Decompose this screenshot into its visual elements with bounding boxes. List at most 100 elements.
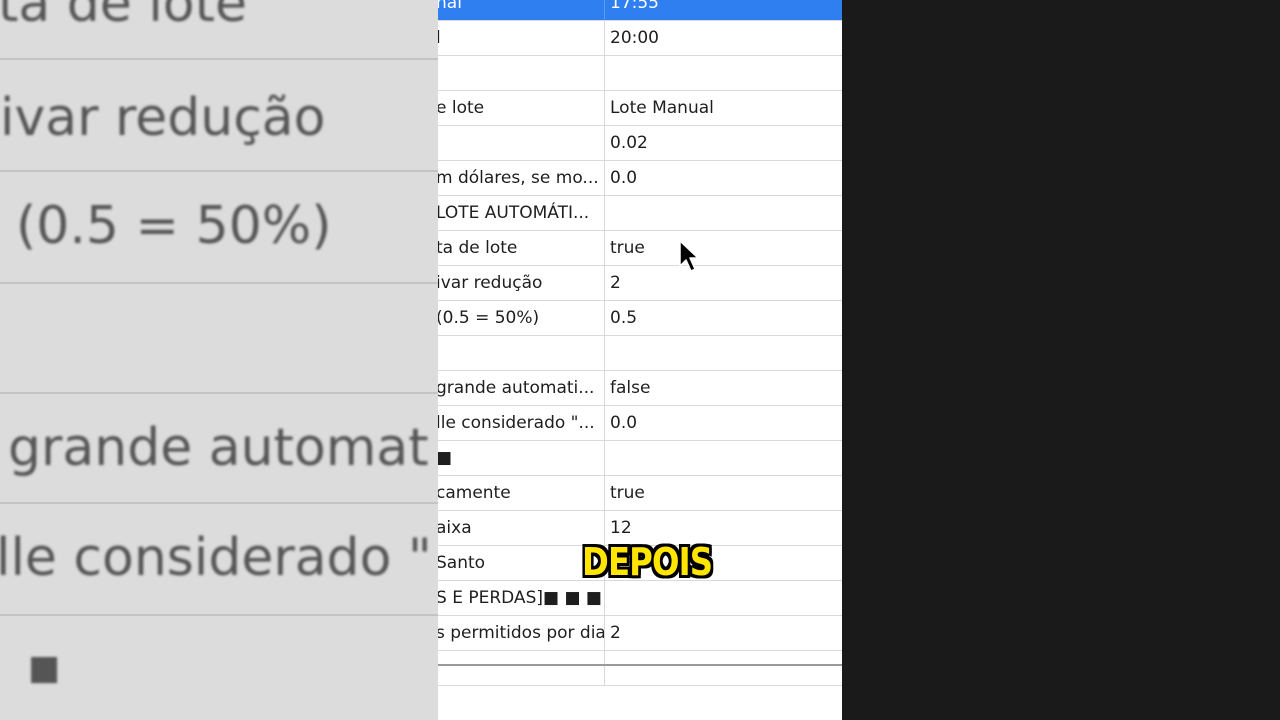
property-value[interactable] [606, 196, 840, 230]
property-name: nal [438, 0, 604, 20]
column-separator[interactable] [604, 56, 605, 90]
property-value[interactable]: true [606, 476, 840, 510]
property-row[interactable]: (0.5 = 50%) 0.5 [438, 301, 842, 336]
property-row[interactable]: lle considerado "... 0.0 [438, 406, 842, 441]
property-name-text: m dólares, se mo... [438, 168, 599, 188]
property-name-text: ■ [438, 448, 453, 468]
property-row[interactable]: ■ [438, 441, 842, 476]
property-row[interactable]: l 20:00 [438, 21, 842, 56]
bg-text-line: ■ [28, 648, 61, 688]
property-row[interactable]: 0.02 [438, 126, 842, 161]
property-name-text: aixa [438, 518, 472, 538]
property-name-text: s permitidos por dia [438, 623, 604, 643]
property-name: S E PERDAS]■ ■ ■ [438, 581, 604, 615]
property-name-text: l [438, 28, 441, 48]
column-separator[interactable] [604, 651, 605, 685]
column-separator[interactable] [604, 161, 605, 195]
bg-text-line: grande automat [8, 418, 429, 478]
column-separator[interactable] [604, 21, 605, 55]
video-caption: DEPOIS [582, 540, 713, 584]
column-separator[interactable] [604, 301, 605, 335]
property-name-text: Santo [438, 553, 486, 573]
property-value[interactable]: 0.0 [606, 406, 840, 440]
property-name: m dólares, se mo... [438, 161, 604, 195]
property-name-text: ta de lote [438, 238, 518, 258]
column-separator[interactable] [604, 616, 605, 650]
property-name: e lote [438, 91, 604, 125]
property-name-text: e lote [438, 98, 485, 118]
property-value[interactable] [606, 336, 840, 370]
column-separator[interactable] [604, 406, 605, 440]
property-value[interactable]: 0.5 [606, 301, 840, 335]
property-name-text: LOTE AUTOMÁTI... [438, 203, 590, 223]
property-name: Santo [438, 546, 604, 580]
property-name: (0.5 = 50%) [438, 301, 604, 335]
property-row[interactable]: ivar redução 2 [438, 266, 842, 301]
column-separator[interactable] [604, 91, 605, 125]
property-name: aixa [438, 511, 604, 545]
bg-divider [0, 170, 438, 172]
property-row[interactable]: LOTE AUTOMÁTI... [438, 196, 842, 231]
property-name-text: S E PERDAS]■ ■ ■ [438, 588, 602, 608]
bg-text-line: (0.5 = 50%) [16, 196, 332, 256]
property-value[interactable]: 2 [606, 616, 840, 650]
property-row[interactable] [438, 336, 842, 371]
column-separator[interactable] [604, 581, 605, 615]
column-separator[interactable] [604, 266, 605, 300]
property-name: ■ [438, 441, 604, 475]
property-value[interactable]: Lote Manual [606, 91, 840, 125]
column-separator[interactable] [604, 126, 605, 160]
property-value[interactable]: 0.0 [606, 161, 840, 195]
property-name-text: grande automati... [438, 378, 595, 398]
property-row[interactable]: s permitidos por dia 2 [438, 616, 842, 651]
grid-bottom-border [438, 664, 842, 666]
property-value[interactable]: true [606, 231, 840, 265]
property-value[interactable] [606, 441, 840, 475]
dark-background-right [842, 0, 1280, 720]
property-row[interactable]: ta de lote true [438, 231, 842, 266]
property-row[interactable] [438, 56, 842, 91]
bg-text-line: ta de lote [0, 0, 247, 34]
column-separator[interactable] [604, 476, 605, 510]
mouse-cursor-icon [679, 240, 699, 272]
property-name-text: nal [438, 0, 462, 13]
bg-divider [0, 502, 438, 504]
property-value[interactable]: 17:55 [606, 0, 840, 20]
property-value[interactable]: 2 [606, 266, 840, 300]
column-separator[interactable] [604, 336, 605, 370]
property-value[interactable]: false [606, 371, 840, 405]
column-separator[interactable] [604, 196, 605, 230]
property-row[interactable] [438, 651, 842, 686]
bg-divider [0, 58, 438, 60]
bg-divider [0, 614, 438, 616]
property-value[interactable] [606, 651, 840, 685]
property-name [438, 126, 604, 160]
bg-text-line: lle considerado " [0, 528, 432, 588]
property-value[interactable] [606, 56, 840, 90]
property-name [438, 651, 604, 685]
property-name: l [438, 21, 604, 55]
property-name [438, 56, 604, 90]
column-separator[interactable] [604, 0, 605, 20]
property-name: ivar redução [438, 266, 604, 300]
column-separator[interactable] [604, 441, 605, 475]
property-name-text: lle considerado "... [438, 413, 595, 433]
property-value[interactable] [606, 581, 840, 615]
property-name: grande automati... [438, 371, 604, 405]
bg-divider [0, 392, 438, 394]
property-row[interactable]: grande automati... false [438, 371, 842, 406]
property-value[interactable]: 20:00 [606, 21, 840, 55]
property-name: camente [438, 476, 604, 510]
zoomed-background-left: ta de lote ivar redução (0.5 = 50%) gran… [0, 0, 438, 720]
property-row[interactable]: e lote Lote Manual [438, 91, 842, 126]
property-row[interactable]: m dólares, se mo... 0.0 [438, 161, 842, 196]
column-separator[interactable] [604, 371, 605, 405]
property-name: lle considerado "... [438, 406, 604, 440]
column-separator[interactable] [604, 231, 605, 265]
property-row[interactable]: nal 17:55 [438, 0, 842, 21]
property-name: LOTE AUTOMÁTI... [438, 196, 604, 230]
property-value[interactable]: 0.02 [606, 126, 840, 160]
properties-panel: nal 17:55 l 20:00 e lote Lote Manual 0.02 m dól… [438, 0, 842, 720]
property-row[interactable]: camente true [438, 476, 842, 511]
property-row[interactable]: S E PERDAS]■ ■ ■ [438, 581, 842, 616]
